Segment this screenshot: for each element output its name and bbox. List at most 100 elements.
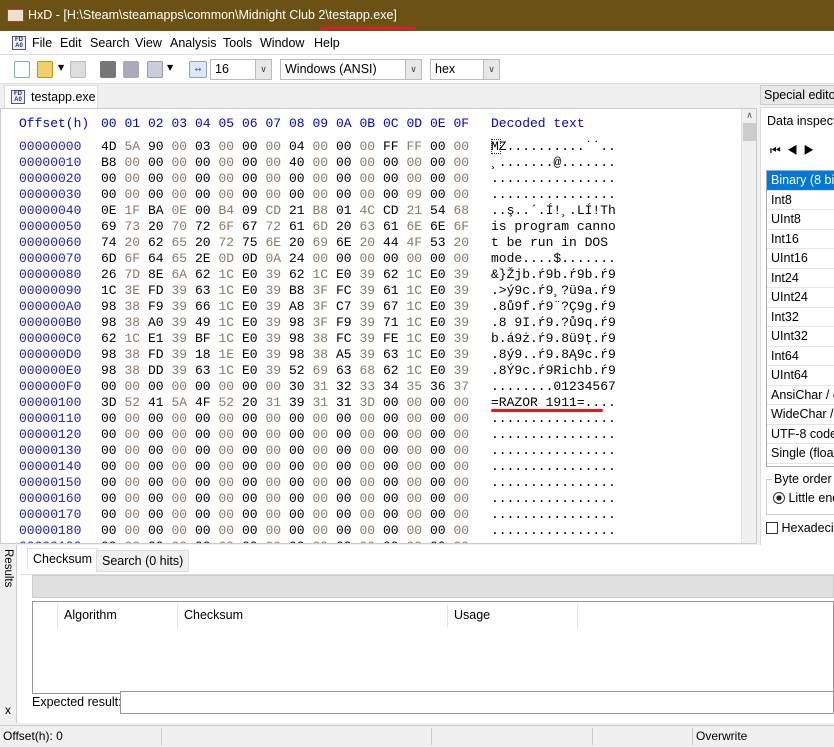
hex-byte[interactable]: E0 xyxy=(242,283,266,299)
hex-byte[interactable]: 39 xyxy=(454,331,478,347)
hex-byte[interactable]: 00 xyxy=(172,491,196,507)
hex-byte[interactable]: 00 xyxy=(454,475,478,491)
hex-byte[interactable]: B8 xyxy=(313,203,337,219)
hex-byte[interactable]: 00 xyxy=(125,459,149,475)
inspector-type-item[interactable]: UInt24 xyxy=(767,288,834,308)
hex-byte[interactable]: 00 xyxy=(101,171,125,187)
hex-byte[interactable]: E0 xyxy=(430,299,454,315)
hex-byte[interactable]: 00 xyxy=(219,523,243,539)
inspector-type-item[interactable]: UInt32 xyxy=(767,327,834,347)
decoded-text[interactable]: .8Ý9c.ŕ9Richb.ŕ9 xyxy=(491,363,616,379)
decoded-text[interactable]: ................ xyxy=(491,507,616,523)
hex-byte[interactable]: 00 xyxy=(242,523,266,539)
hex-byte[interactable]: 39 xyxy=(266,315,290,331)
vertical-scrollbar[interactable]: ∧ xyxy=(741,109,756,543)
hex-byte[interactable]: 00 xyxy=(336,155,360,171)
hex-byte[interactable]: 00 xyxy=(383,427,407,443)
hex-byte[interactable]: E0 xyxy=(242,267,266,283)
hex-byte[interactable]: 39 xyxy=(360,299,384,315)
hex-byte[interactable]: 00 xyxy=(125,171,149,187)
hex-byte[interactable]: 00 xyxy=(289,523,313,539)
hex-byte[interactable]: 00 xyxy=(407,427,431,443)
decoded-text[interactable]: ................ xyxy=(491,475,616,491)
hex-byte[interactable]: 00 xyxy=(289,427,313,443)
hex-byte[interactable]: 00 xyxy=(454,427,478,443)
hex-byte[interactable]: E0 xyxy=(430,331,454,347)
hex-byte[interactable]: 31 xyxy=(266,395,290,411)
hex-byte[interactable]: 39 xyxy=(454,363,478,379)
hex-byte[interactable]: 00 xyxy=(313,187,337,203)
hex-byte[interactable]: 00 xyxy=(172,411,196,427)
inspector-type-list[interactable]: Binary (8 bit)Int8UInt8Int16UInt16Int24U… xyxy=(766,170,834,467)
hex-byte[interactable]: 1C xyxy=(101,283,125,299)
hex-byte[interactable]: 00 xyxy=(101,379,125,395)
hex-byte[interactable]: 1C xyxy=(125,331,149,347)
hex-byte[interactable]: 00 xyxy=(219,187,243,203)
hex-byte[interactable]: 00 xyxy=(336,539,360,543)
menu-view[interactable]: View xyxy=(135,36,162,50)
hex-byte[interactable]: 0A xyxy=(266,251,290,267)
hex-byte[interactable]: 39 xyxy=(454,299,478,315)
hex-byte[interactable]: E0 xyxy=(430,267,454,283)
hex-byte[interactable]: 00 xyxy=(242,443,266,459)
column-usage[interactable]: Usage xyxy=(454,608,490,622)
hex-byte[interactable]: 65 xyxy=(172,251,196,267)
hex-byte[interactable]: 00 xyxy=(289,459,313,475)
decoded-text[interactable]: ................ xyxy=(491,459,616,475)
hex-byte[interactable]: E0 xyxy=(430,347,454,363)
hex-byte[interactable]: 00 xyxy=(148,411,172,427)
hex-byte[interactable]: 4F xyxy=(407,235,431,251)
hex-byte[interactable]: 21 xyxy=(289,203,313,219)
tab-testapp[interactable]: FD A0 testapp.exe xyxy=(4,85,98,108)
hex-byte[interactable]: A8 xyxy=(289,299,313,315)
hex-byte[interactable]: 4C xyxy=(360,203,384,219)
hex-byte[interactable]: 00 xyxy=(313,155,337,171)
hex-byte[interactable]: 63 xyxy=(195,363,219,379)
hex-byte[interactable]: E0 xyxy=(336,267,360,283)
hex-byte[interactable]: 33 xyxy=(360,379,384,395)
hex-byte[interactable]: 0E xyxy=(101,203,125,219)
hex-byte[interactable]: 0D xyxy=(242,251,266,267)
hex-byte[interactable]: 00 xyxy=(430,443,454,459)
hex-byte[interactable]: 00 xyxy=(383,491,407,507)
hex-byte[interactable]: 39 xyxy=(172,363,196,379)
hex-byte[interactable]: 00 xyxy=(336,427,360,443)
hex-byte[interactable]: CD xyxy=(383,203,407,219)
hex-byte[interactable]: 00 xyxy=(125,491,149,507)
open-disk-icon[interactable] xyxy=(123,61,139,78)
hex-byte[interactable]: 72 xyxy=(266,219,290,235)
hex-byte[interactable]: 00 xyxy=(430,155,454,171)
hex-byte[interactable]: 00 xyxy=(242,155,266,171)
hex-byte[interactable]: 00 xyxy=(172,171,196,187)
hex-byte[interactable]: 00 xyxy=(219,539,243,543)
hex-row[interactable]: 000000B0 98 38 A0 39 49 1C E0 39 98 3F F9 39 71 1C E0 39… xyxy=(1,315,741,331)
hex-byte[interactable]: 00 xyxy=(360,187,384,203)
hex-row[interactable]: 00000070 6D 6F 64 65 2E 0D 0D 0A 24 00 00 00 00 00 00 00… xyxy=(1,251,741,267)
hex-byte[interactable]: 20 xyxy=(289,235,313,251)
hex-byte[interactable]: 00 xyxy=(454,187,478,203)
decoded-text[interactable]: is program canno xyxy=(491,219,616,235)
hex-byte[interactable]: 00 xyxy=(454,491,478,507)
hex-byte[interactable]: 00 xyxy=(430,187,454,203)
hex-byte[interactable]: 39 xyxy=(454,267,478,283)
hex-byte[interactable]: 63 xyxy=(360,219,384,235)
hex-byte[interactable]: 6F xyxy=(125,251,149,267)
hex-byte[interactable]: 2E xyxy=(195,251,219,267)
hex-byte[interactable]: 00 xyxy=(172,379,196,395)
hex-byte[interactable]: FE xyxy=(383,331,407,347)
hex-byte[interactable]: 00 xyxy=(336,491,360,507)
hex-byte[interactable]: 00 xyxy=(148,427,172,443)
hex-byte[interactable]: 0E xyxy=(172,203,196,219)
hex-byte[interactable]: E0 xyxy=(430,283,454,299)
menu-analysis[interactable]: Analysis xyxy=(170,36,217,50)
inspector-type-item[interactable]: UInt16 xyxy=(767,249,834,269)
hex-byte[interactable]: 38 xyxy=(313,347,337,363)
hex-byte[interactable]: 00 xyxy=(172,155,196,171)
menu-help[interactable]: Help xyxy=(314,36,340,50)
decoded-text[interactable]: .>ý9c.ŕ9¸?ü9a.ŕ9 xyxy=(491,283,616,299)
hex-byte[interactable]: 98 xyxy=(289,347,313,363)
hex-byte[interactable]: 3F xyxy=(313,315,337,331)
hex-byte[interactable]: 00 xyxy=(407,507,431,523)
hex-byte[interactable]: 39 xyxy=(454,283,478,299)
hex-row[interactable]: 00000050 69 73 20 70 72 6F 67 72 61 6D 20 63 61 6E 6E 6F… xyxy=(1,219,741,235)
